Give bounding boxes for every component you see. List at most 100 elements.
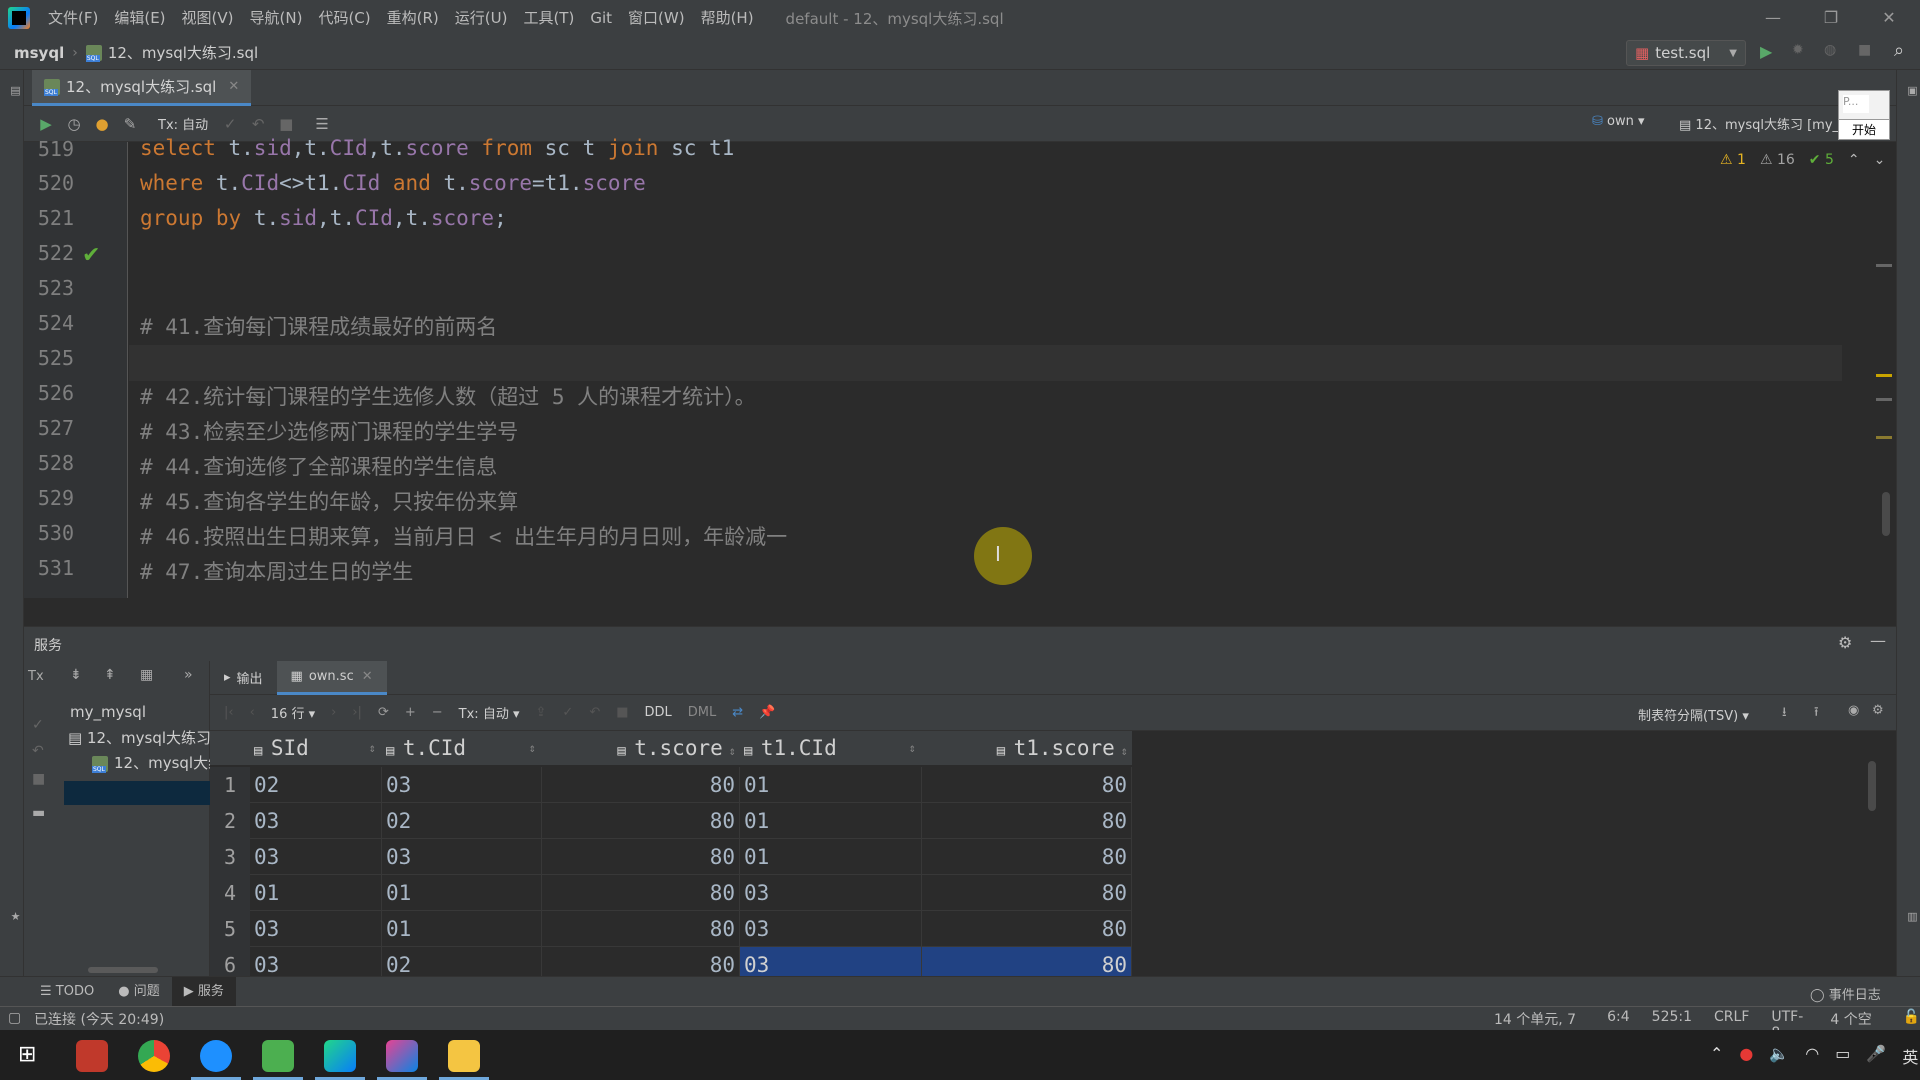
table-cell[interactable]: 01 xyxy=(250,875,382,911)
settings-wrench-icon[interactable]: ✎ xyxy=(116,110,144,138)
menu-code[interactable]: 代码(C) xyxy=(310,0,378,36)
history-icon[interactable]: ◷ xyxy=(60,110,88,138)
execute-icon[interactable]: ▶ xyxy=(32,110,60,138)
microphone-icon[interactable]: 🎤 xyxy=(1866,1044,1886,1068)
collapse-all-icon[interactable]: ⇞ xyxy=(104,667,116,683)
tree-item-console[interactable]: ▤ 12、mysql大练习 xyxy=(68,727,210,748)
stop-icon[interactable]: ■ xyxy=(1858,42,1874,58)
minimize-icon[interactable]: — xyxy=(1750,0,1796,36)
menu-run[interactable]: 运行(U) xyxy=(447,0,516,36)
ddl-button[interactable]: DDL xyxy=(645,705,672,720)
last-page-icon[interactable]: ›| xyxy=(352,705,362,720)
sort-icon[interactable]: ⇕ xyxy=(529,731,536,765)
stop-icon[interactable]: ■ xyxy=(32,771,45,787)
menu-window[interactable]: 窗口(W) xyxy=(620,0,693,36)
table-cell[interactable]: 03 xyxy=(382,839,542,875)
dml-button[interactable]: DML xyxy=(688,705,716,720)
chevron-down-icon[interactable]: ⌄ xyxy=(1874,152,1886,168)
table-cell[interactable]: 01 xyxy=(382,911,542,947)
menu-edit[interactable]: 编辑(E) xyxy=(106,0,173,36)
battery-icon[interactable]: ▭ xyxy=(1835,1044,1850,1068)
commit-icon[interactable]: ✓ xyxy=(562,705,573,720)
table-cell[interactable]: 03 xyxy=(250,911,382,947)
schema-selector[interactable]: ⛁ own ▾ xyxy=(1592,114,1645,129)
download-icon[interactable]: ⭳ xyxy=(1782,703,1787,725)
upload-icon[interactable]: ⭱ xyxy=(1814,703,1819,725)
table-cell[interactable]: 80 xyxy=(542,839,740,875)
debug-icon[interactable]: ✹ xyxy=(1792,42,1808,58)
restore-icon[interactable]: ❐ xyxy=(1808,0,1854,36)
wifi-icon[interactable]: ◠ xyxy=(1805,1044,1819,1068)
row-number[interactable]: 4 xyxy=(210,875,250,911)
column-header-sid[interactable]: ▤ SId ⇕ xyxy=(250,731,382,765)
menu-navigate[interactable]: 导航(N) xyxy=(242,0,311,36)
table-cell[interactable]: 80 xyxy=(542,911,740,947)
export-format-selector[interactable]: 制表符分隔(TSV) ▾ xyxy=(1638,705,1749,724)
table-view-icon[interactable]: ☰ xyxy=(308,110,336,138)
compare-icon[interactable]: ⇄ xyxy=(732,705,743,720)
table-cell[interactable]: 80 xyxy=(542,803,740,839)
notifications-icon[interactable]: ▣ xyxy=(1899,84,1919,97)
sort-icon[interactable]: ⇕ xyxy=(1121,744,1128,758)
table-cell[interactable]: 01 xyxy=(740,803,922,839)
run-config-selector[interactable]: ▦ test.sql ▼ xyxy=(1626,40,1746,66)
record-icon[interactable]: ● xyxy=(1739,1044,1753,1068)
event-log-button[interactable]: ◯ 事件日志 xyxy=(1810,984,1881,1003)
file-explorer-icon[interactable] xyxy=(448,1040,480,1072)
search-icon[interactable]: ⌕ xyxy=(1894,40,1910,61)
chevron-up-icon[interactable]: ⌃ xyxy=(1848,152,1860,168)
tx-icon[interactable]: Tx xyxy=(28,669,44,684)
tx-mode-selector[interactable]: Tx: 自动 ▾ xyxy=(459,703,520,722)
coverage-icon[interactable]: ◍ xyxy=(1824,42,1840,58)
table-cell[interactable]: 80 xyxy=(542,875,740,911)
inspection-widget[interactable]: ⚠ 1 ⚠ 16 ✔ 5 ⌃ ⌄ xyxy=(1720,152,1885,168)
tree-item-session[interactable]: 12、mysql大练 xyxy=(92,752,210,773)
editor-tab-active[interactable]: 12、mysql大练习.sql ✕ xyxy=(32,70,252,106)
table-cell[interactable]: 80 xyxy=(922,875,1132,911)
row-number[interactable]: 3 xyxy=(210,839,250,875)
chevron-up-icon[interactable]: ⌃ xyxy=(1710,1044,1723,1068)
row-number[interactable]: 1 xyxy=(210,767,250,803)
tx-mode-selector[interactable]: Tx: 自动 xyxy=(158,114,208,133)
table-cell[interactable]: 02 xyxy=(382,803,542,839)
more-icon[interactable]: » xyxy=(184,667,193,683)
app-paint-icon[interactable] xyxy=(386,1040,418,1072)
table-cell[interactable]: 03 xyxy=(250,839,382,875)
commit-icon[interactable]: ✓ xyxy=(32,717,44,733)
editor-scrollbar[interactable] xyxy=(1882,492,1890,536)
row-count-selector[interactable]: 16 行 ▾ xyxy=(271,703,315,722)
start-button[interactable]: 开始 xyxy=(1839,119,1889,139)
refresh-icon[interactable]: ⟳ xyxy=(378,705,389,720)
table-cell[interactable]: 01 xyxy=(382,875,542,911)
breadcrumb-file[interactable]: 12、mysql大练习.sql xyxy=(108,42,258,63)
rollback-icon[interactable]: ↶ xyxy=(32,743,44,759)
close-icon[interactable]: ✕ xyxy=(1866,0,1912,36)
menu-refactor[interactable]: 重构(R) xyxy=(379,0,447,36)
table-cell[interactable]: 03 xyxy=(740,875,922,911)
explain-plan-icon[interactable]: ● xyxy=(88,110,116,138)
row-number[interactable]: 2 xyxy=(210,803,250,839)
column-header-t-score[interactable]: ▤ t.score ⇕ xyxy=(542,731,740,765)
windows-start-icon[interactable]: ⊞ xyxy=(18,1042,36,1067)
tree-item-datasource[interactable]: my_mysql xyxy=(70,703,206,721)
sort-icon[interactable]: ⇕ xyxy=(909,731,916,765)
row-number[interactable]: 5 xyxy=(210,911,250,947)
table-cell[interactable]: 03 xyxy=(250,803,382,839)
run-icon[interactable]: ▶ xyxy=(1760,42,1776,61)
table-cell[interactable]: 80 xyxy=(542,767,740,803)
submit-icon[interactable]: ⇪ xyxy=(536,705,547,720)
gear-icon[interactable]: ⚙ xyxy=(1872,703,1884,718)
menu-help[interactable]: 帮助(H) xyxy=(693,0,762,36)
favorites-icon[interactable]: ★ xyxy=(2,910,22,923)
menu-view[interactable]: 视图(V) xyxy=(174,0,242,36)
ime-indicator[interactable]: 英 xyxy=(1902,1044,1918,1068)
browser-icon[interactable] xyxy=(200,1040,232,1072)
app-green-icon[interactable] xyxy=(262,1040,294,1072)
volume-icon[interactable]: 🔈 xyxy=(1769,1044,1789,1068)
tool-tab-services[interactable]: ▶ 服务 xyxy=(171,976,236,1007)
database-icon[interactable]: ▤ xyxy=(2,84,22,97)
close-tab-icon[interactable]: ✕ xyxy=(362,669,373,684)
sort-icon[interactable]: ⇕ xyxy=(729,744,736,758)
expand-all-icon[interactable]: ⇟ xyxy=(70,667,82,683)
menu-git[interactable]: Git xyxy=(582,0,620,36)
